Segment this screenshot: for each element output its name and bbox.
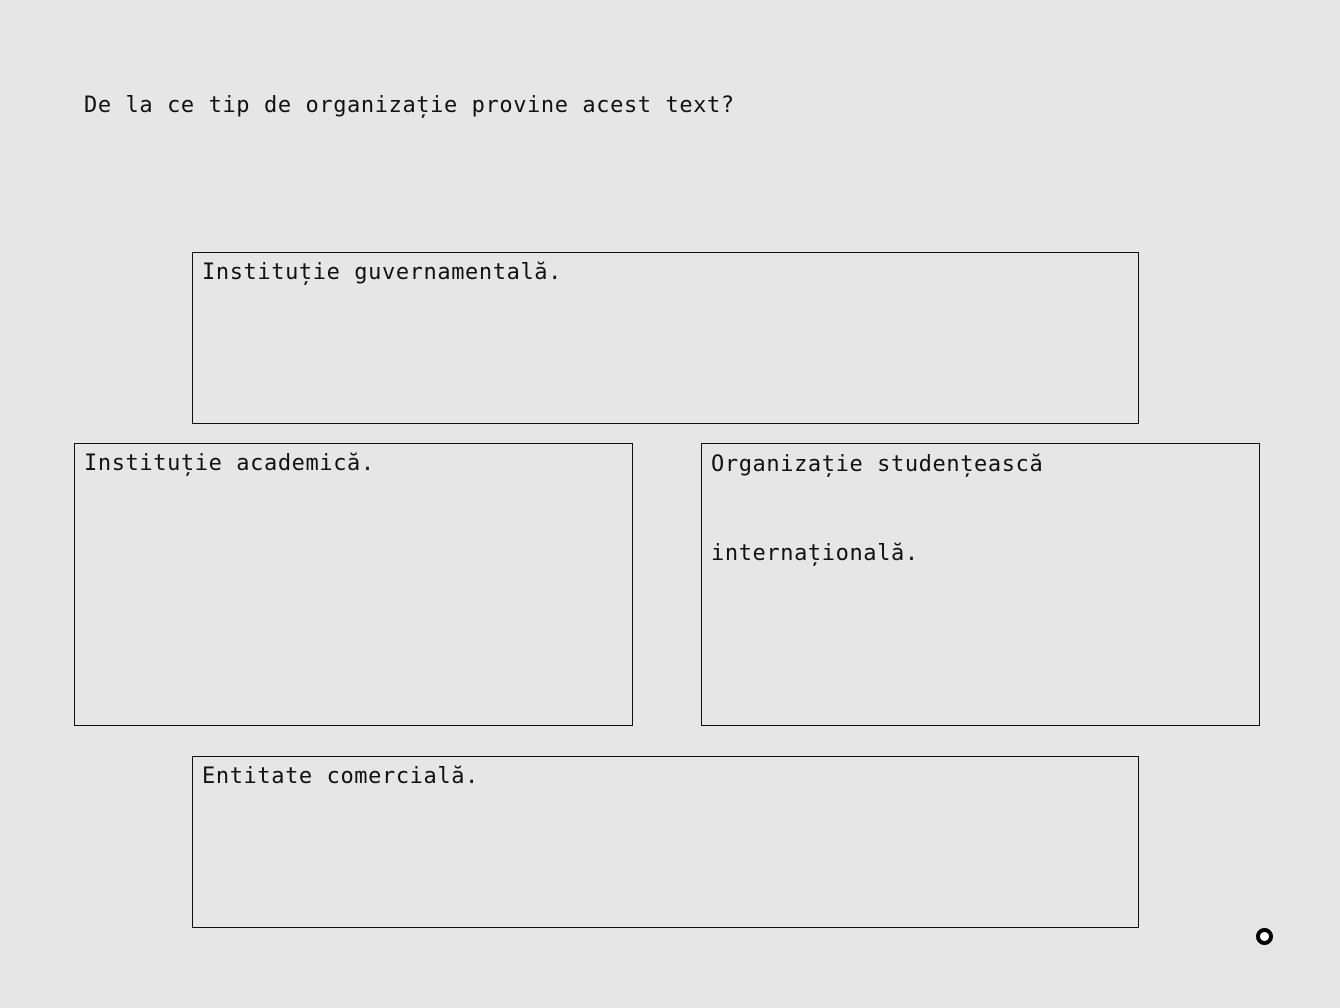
answer-option-label: Instituție guvernamentală.: [202, 260, 562, 285]
answer-option-label: Organizație studențească internațională.: [711, 452, 1044, 566]
answer-option-commercial[interactable]: Entitate comercială.: [192, 756, 1139, 928]
answer-option-student-organization[interactable]: Organizație studențească internațională.: [701, 443, 1260, 726]
answer-option-government[interactable]: Instituție guvernamentală.: [192, 252, 1139, 424]
circle-cursor-icon: [1256, 928, 1273, 945]
answer-option-label: Entitate comercială.: [202, 764, 479, 789]
answer-option-label: Instituție academică.: [84, 451, 375, 476]
question-prompt: De la ce tip de organizație provine aces…: [84, 93, 735, 118]
answer-option-academic[interactable]: Instituție academică.: [74, 443, 633, 726]
